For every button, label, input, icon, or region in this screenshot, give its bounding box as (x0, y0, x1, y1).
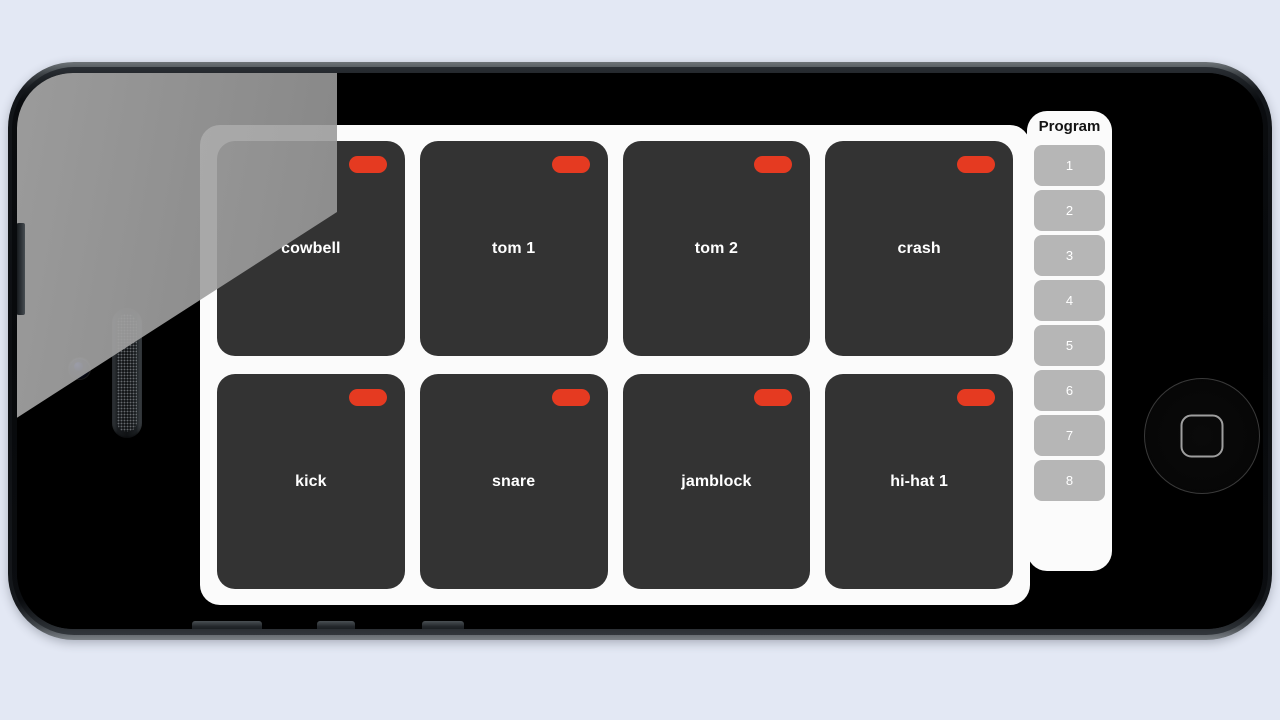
pad-led-indicator (957, 389, 995, 406)
phone-device: cowbell tom 1 tom 2 crash kick snare jam… (8, 62, 1272, 640)
volume-button[interactable] (17, 223, 25, 315)
drum-pad-panel: cowbell tom 1 tom 2 crash kick snare jam… (200, 125, 1030, 605)
pad-label: snare (492, 472, 536, 490)
front-camera-lens-icon (74, 362, 83, 371)
drum-pad-jamblock[interactable]: jamblock (622, 374, 811, 589)
device-body: cowbell tom 1 tom 2 crash kick snare jam… (17, 73, 1263, 629)
pad-led-indicator (957, 156, 995, 173)
program-button-3[interactable]: 3 (1034, 235, 1105, 276)
earpiece-mesh (117, 314, 137, 432)
phone-glass-face: cowbell tom 1 tom 2 crash kick snare jam… (17, 73, 1263, 629)
front-camera (69, 358, 90, 379)
pad-led-indicator (754, 156, 793, 173)
side-button-1[interactable] (192, 621, 262, 629)
home-button-square-icon (1180, 414, 1224, 458)
pad-led-indicator (551, 389, 590, 406)
pad-label: kick (295, 472, 327, 490)
pad-led-indicator (348, 156, 387, 173)
drum-pad-crash[interactable]: crash (825, 141, 1013, 356)
app-screen: cowbell tom 1 tom 2 crash kick snare jam… (192, 111, 1112, 611)
drum-pad-tom-1[interactable]: tom 1 (419, 141, 608, 356)
earpiece-speaker (112, 308, 142, 438)
pad-label: hi-hat 1 (890, 472, 948, 490)
pad-label: jamblock (681, 472, 752, 490)
program-button-2[interactable]: 2 (1034, 190, 1105, 231)
pad-grid: cowbell tom 1 tom 2 crash kick snare jam… (217, 141, 1013, 589)
pad-label: tom 2 (694, 239, 738, 257)
drum-pad-kick[interactable]: kick (217, 374, 405, 589)
program-button-7[interactable]: 7 (1034, 415, 1105, 456)
program-button-list: 1 2 3 4 5 6 7 8 (1034, 145, 1105, 501)
program-button-5[interactable]: 5 (1034, 325, 1105, 366)
program-button-1[interactable]: 1 (1034, 145, 1105, 186)
drum-pad-cowbell[interactable]: cowbell (217, 141, 405, 356)
pad-label: cowbell (281, 239, 341, 257)
program-button-6[interactable]: 6 (1034, 370, 1105, 411)
side-button-3[interactable] (422, 621, 464, 629)
home-button[interactable] (1144, 378, 1260, 494)
program-panel: Program 1 2 3 4 5 6 7 8 (1027, 111, 1112, 571)
pad-label: crash (897, 239, 941, 257)
pad-led-indicator (754, 389, 793, 406)
program-button-4[interactable]: 4 (1034, 280, 1105, 321)
program-button-8[interactable]: 8 (1034, 460, 1105, 501)
drum-pad-hi-hat-1[interactable]: hi-hat 1 (825, 374, 1013, 589)
drum-pad-snare[interactable]: snare (419, 374, 608, 589)
program-panel-title: Program (1038, 118, 1101, 135)
side-button-2[interactable] (317, 621, 355, 629)
pad-led-indicator (551, 156, 590, 173)
pad-label: tom 1 (492, 239, 536, 257)
pad-led-indicator (348, 389, 387, 406)
drum-pad-tom-2[interactable]: tom 2 (622, 141, 811, 356)
